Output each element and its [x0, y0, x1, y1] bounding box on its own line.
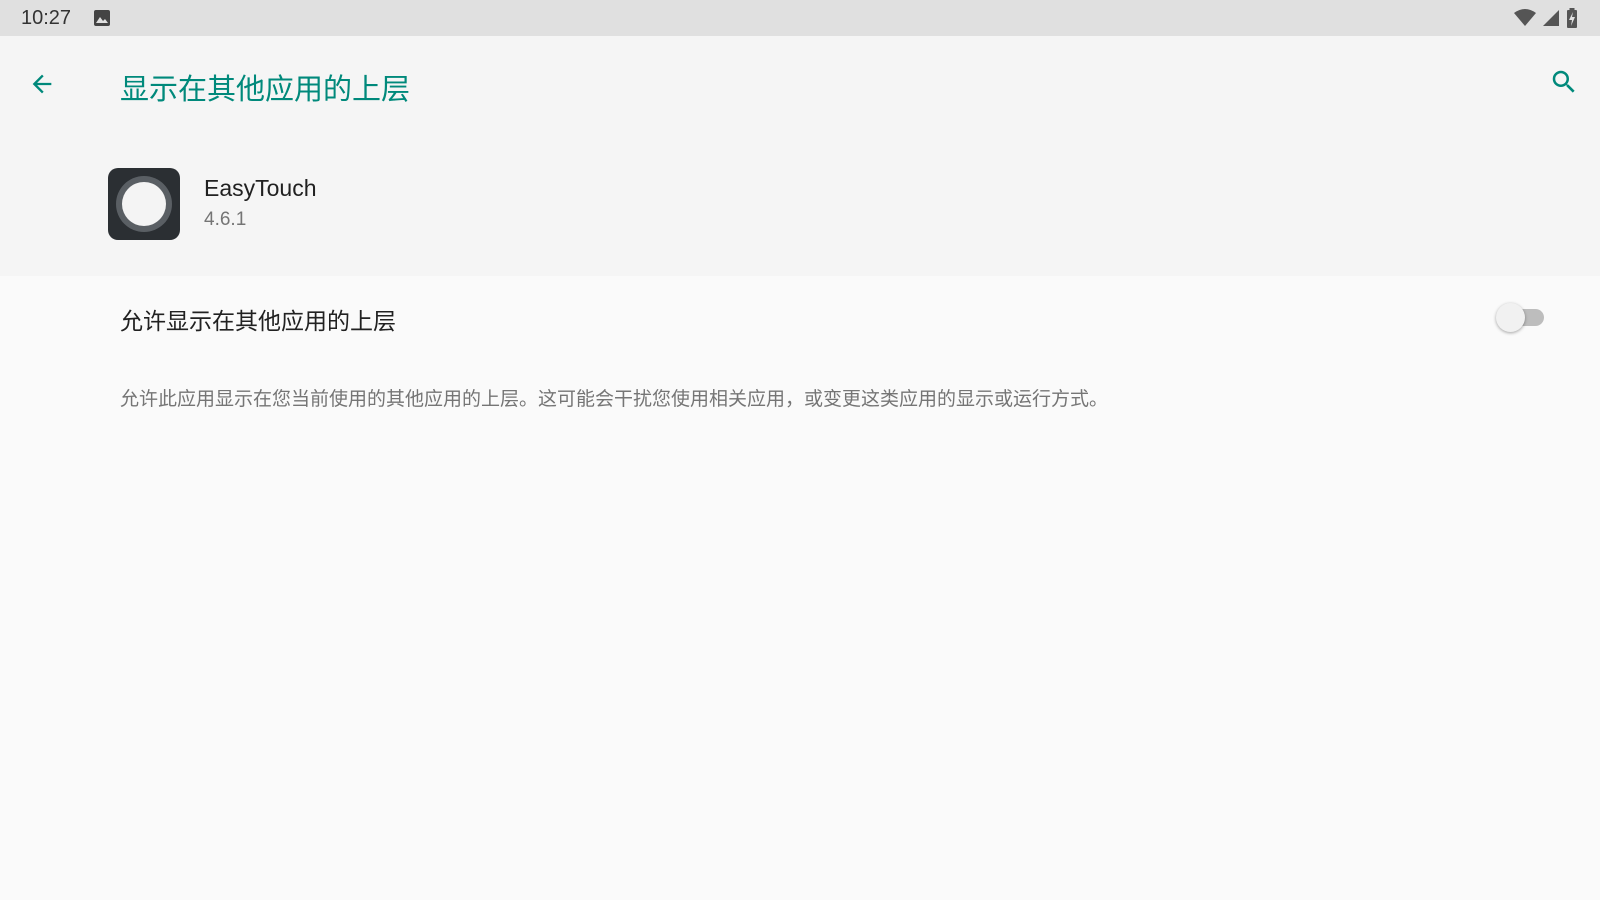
status-icons	[1514, 8, 1578, 32]
app-bar: 显示在其他应用的上层	[0, 36, 1600, 131]
easytouch-app-icon	[108, 168, 180, 240]
page-title: 显示在其他应用的上层	[120, 72, 411, 106]
preference-title: 允许显示在其他应用的上层	[120, 309, 396, 335]
toggle-thumb	[1496, 303, 1525, 332]
battery-charging-icon	[1566, 8, 1578, 32]
search-icon	[1549, 67, 1579, 101]
image-icon	[93, 9, 111, 27]
status-time: 10:27	[21, 7, 72, 29]
allow-overlay-preference[interactable]: 允许显示在其他应用的上层	[0, 276, 1600, 358]
allow-overlay-toggle[interactable]	[1496, 300, 1550, 334]
app-version: 4.6.1	[204, 209, 247, 230]
preference-description: 允许此应用显示在您当前使用的其他应用的上层。这可能会干扰您使用相关应用，或变更这…	[120, 388, 1109, 410]
signal-icon	[1542, 9, 1560, 31]
app-name: EasyTouch	[204, 175, 317, 201]
wifi-icon	[1514, 9, 1536, 31]
back-button[interactable]	[20, 64, 64, 108]
arrow-back-icon	[28, 70, 56, 102]
status-bar: 10:27	[0, 0, 1600, 36]
app-header: EasyTouch 4.6.1	[0, 131, 1600, 276]
search-button[interactable]	[1542, 62, 1586, 106]
